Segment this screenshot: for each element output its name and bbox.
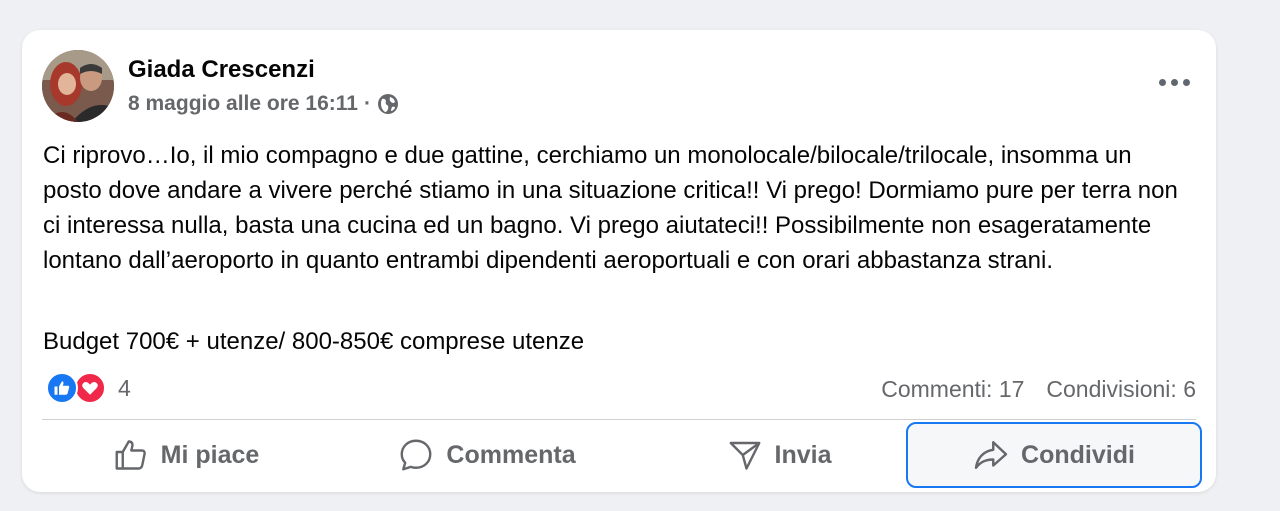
post-date[interactable]: 8 maggio alle ore 16:11 <box>128 92 358 116</box>
shares-count[interactable]: Condivisioni: 6 <box>1046 376 1196 403</box>
post-card: Giada Crescenzi 8 maggio alle ore 16:11 … <box>22 30 1216 492</box>
send-label: Invia <box>774 440 832 469</box>
author-name[interactable]: Giada Crescenzi <box>128 56 315 84</box>
avatar[interactable] <box>42 50 114 122</box>
send-button[interactable]: Invia <box>644 422 914 488</box>
like-button[interactable]: Mi piace <box>46 422 326 488</box>
like-label: Mi piace <box>160 440 260 469</box>
reaction-count: 4 <box>118 374 131 401</box>
like-reaction-icon <box>46 372 78 404</box>
comment-bubble-icon <box>400 439 432 471</box>
share-label: Condividi <box>1021 440 1135 469</box>
post-stats: Commenti: 17 Condivisioni: 6 <box>881 376 1196 403</box>
post-budget: Budget 700€ + utenze/ 800-850€ comprese … <box>43 328 585 355</box>
globe-icon <box>377 94 398 114</box>
post-meta: 8 maggio alle ore 16:11 · <box>128 92 399 116</box>
share-arrow-icon <box>974 441 1008 469</box>
love-reaction-icon <box>74 372 106 404</box>
comment-label: Commenta <box>446 440 576 469</box>
meta-separator: · <box>363 92 371 115</box>
thumbs-up-icon <box>115 440 146 470</box>
post-text: Ci riprovo…Io, il mio compagno e due gat… <box>43 142 1178 274</box>
send-icon <box>729 441 760 470</box>
more-options-icon[interactable] <box>1154 66 1194 98</box>
reactions-summary[interactable]: 4 <box>46 372 131 404</box>
actions-divider <box>42 419 1196 420</box>
share-button[interactable]: Condividi <box>906 422 1202 488</box>
comments-count[interactable]: Commenti: 17 <box>881 376 1024 403</box>
comment-button[interactable]: Commenta <box>342 422 632 488</box>
